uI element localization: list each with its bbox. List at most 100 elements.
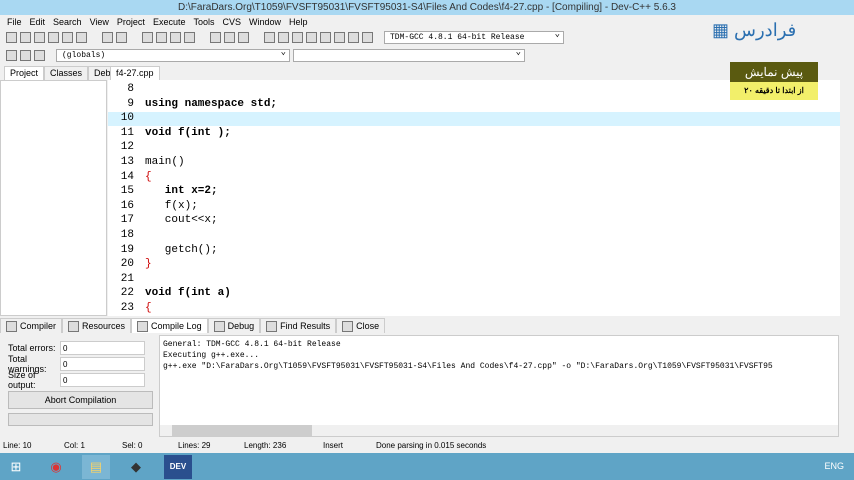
bottom-tabs: Compiler Resources Compile Log Debug Fin…: [0, 318, 386, 333]
line-number: 13: [120, 156, 134, 168]
app-icon[interactable]: ◆: [122, 455, 150, 479]
class-icon[interactable]: [6, 50, 17, 61]
abort-compilation-button[interactable]: Abort Compilation: [8, 391, 153, 409]
code-line: void f(int );: [145, 126, 231, 139]
tab-compile-log[interactable]: Compile Log: [131, 318, 208, 333]
language-indicator[interactable]: ENG: [824, 461, 844, 471]
toggle-icon[interactable]: [238, 32, 249, 43]
total-errors-field[interactable]: [60, 341, 145, 355]
profile-icon[interactable]: [362, 32, 373, 43]
file-explorer-icon[interactable]: ▤: [82, 455, 110, 479]
compile-run-icon[interactable]: [292, 32, 303, 43]
menu-execute[interactable]: Execute: [149, 15, 190, 29]
menu-tools[interactable]: Tools: [189, 15, 218, 29]
size-of-output-field[interactable]: [60, 373, 145, 387]
code-line: cout<<x;: [145, 214, 218, 227]
taskbar: ⊞ ◉ ▤ ◆ DEV ENG: [0, 453, 854, 480]
line-number: 16: [120, 199, 134, 212]
save-all-icon[interactable]: [48, 32, 59, 43]
code-line: {: [145, 302, 152, 314]
function-select[interactable]: [293, 47, 525, 62]
new-file-icon[interactable]: [6, 32, 17, 43]
code-editor[interactable]: 8 9 using namespace std; 10 11 void f(int ); 1…: [108, 80, 840, 316]
compile-progress-bar: [8, 413, 153, 426]
chart-icon[interactable]: [348, 32, 359, 43]
code-line: }: [145, 258, 152, 271]
tab-find-results[interactable]: Find Results: [260, 318, 337, 333]
title-bar: D:\FaraDars.Org\T1059\FVSFT95031\FVSFT95…: [0, 0, 854, 15]
menu-window[interactable]: Window: [245, 15, 285, 29]
find-icon: [266, 320, 278, 332]
status-bar: Line: 10 Col: 1 Sel: 0 Lines: 29 Length:…: [3, 441, 487, 450]
code-line: f(x);: [145, 199, 198, 212]
code-line: {: [145, 170, 152, 183]
menu-cvs[interactable]: CVS: [218, 15, 245, 29]
code-line: using namespace std;: [145, 97, 278, 110]
tab-debug-bottom[interactable]: Debug: [207, 318, 261, 333]
file-tab[interactable]: f4-27.cpp: [110, 66, 160, 80]
line-number: 11: [120, 126, 134, 139]
menu-edit[interactable]: Edit: [26, 15, 50, 29]
code-line: main(): [145, 156, 185, 168]
tab-classes[interactable]: Classes: [44, 66, 89, 80]
line-number: 22: [120, 287, 134, 300]
tab-compiler[interactable]: Compiler: [0, 318, 63, 333]
find-icon[interactable]: [142, 32, 153, 43]
editor-scrollbar[interactable]: [840, 80, 854, 316]
project-panel: [0, 80, 107, 316]
start-icon[interactable]: ⊞: [2, 455, 30, 479]
undo-icon[interactable]: [102, 32, 113, 43]
total-warnings-field[interactable]: [60, 357, 145, 371]
line-number: 19: [120, 243, 134, 256]
menu-view[interactable]: View: [86, 15, 113, 29]
line-number: 23: [120, 302, 134, 314]
line-number: 21: [120, 272, 134, 285]
goto-icon[interactable]: [170, 32, 181, 43]
devcpp-taskbar-icon[interactable]: DEV: [164, 455, 192, 479]
menu-search[interactable]: Search: [49, 15, 86, 29]
redo-icon[interactable]: [116, 32, 127, 43]
secondary-toolbar: (globals): [0, 47, 854, 64]
close-file-icon[interactable]: [62, 32, 73, 43]
compiler-select[interactable]: TDM-GCC 4.8.1 64-bit Release: [384, 29, 564, 44]
bookmark-icon[interactable]: [184, 32, 195, 43]
tab-resources[interactable]: Resources: [62, 318, 132, 333]
resources-icon: [68, 320, 80, 332]
print-icon[interactable]: [76, 32, 87, 43]
line-number: 18: [120, 229, 134, 241]
forward-icon[interactable]: [224, 32, 235, 43]
run-icon[interactable]: [278, 32, 289, 43]
line-number: 9: [127, 97, 134, 110]
tab-close[interactable]: Close: [336, 318, 386, 333]
check-icon: [213, 320, 225, 332]
open-icon[interactable]: [20, 32, 31, 43]
log-horizontal-scrollbar[interactable]: [160, 425, 838, 436]
menu-project[interactable]: Project: [113, 15, 149, 29]
scope-select[interactable]: (globals): [56, 47, 290, 62]
line-number: 10: [120, 112, 134, 125]
stop-icon[interactable]: [334, 32, 345, 43]
chart-icon: [137, 320, 149, 332]
compile-log[interactable]: General: TDM-GCC 4.8.1 64-bit Release Exe…: [159, 335, 839, 437]
line-number: 8: [127, 83, 134, 95]
menu-file[interactable]: File: [3, 15, 26, 29]
add-icon[interactable]: [20, 50, 31, 61]
compile-icon[interactable]: [264, 32, 275, 43]
save-icon[interactable]: [34, 32, 45, 43]
tab-project[interactable]: Project: [4, 66, 45, 80]
close-icon: [342, 320, 354, 332]
rebuild-icon[interactable]: [306, 32, 317, 43]
replace-icon[interactable]: [156, 32, 167, 43]
current-line-highlight: [108, 112, 840, 126]
scroll-thumb[interactable]: [172, 425, 312, 436]
faradars-logo: ▦ فرادرس: [712, 20, 797, 40]
menu-help[interactable]: Help: [285, 15, 312, 29]
code-line: getch();: [145, 243, 218, 256]
chrome-icon[interactable]: ◉: [42, 455, 70, 479]
check-icon[interactable]: [320, 32, 331, 43]
back-icon[interactable]: [210, 32, 221, 43]
line-number: 14: [120, 170, 134, 183]
left-panel-tabs: Project Classes Debug: [4, 66, 127, 80]
book-icon[interactable]: [34, 50, 45, 61]
code-line: void f(int a): [145, 287, 231, 300]
